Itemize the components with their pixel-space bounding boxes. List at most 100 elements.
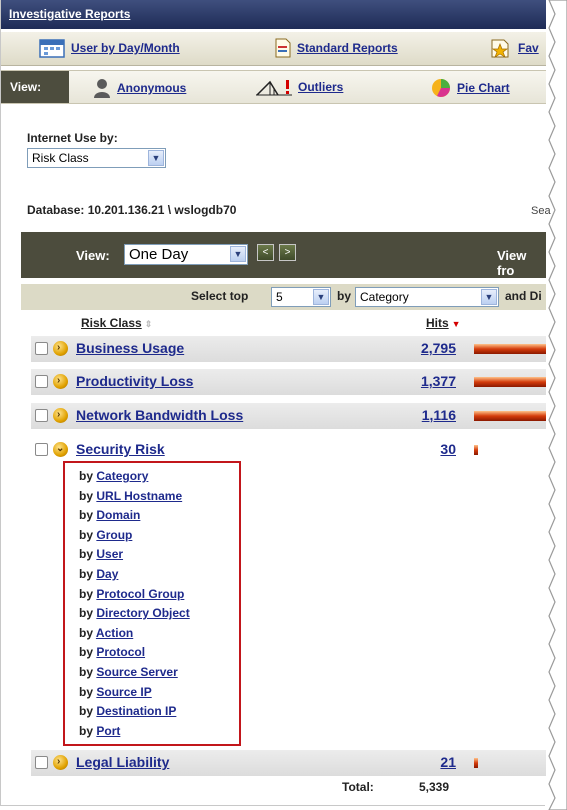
expand-coin-icon[interactable]: › <box>53 374 68 389</box>
row-hits-link[interactable]: 30 <box>440 441 456 457</box>
drilldown-item[interactable]: by Protocol Group <box>79 587 184 601</box>
view-option-label: Anonymous <box>117 81 187 95</box>
drilldown-link[interactable]: Destination IP <box>96 704 176 718</box>
top-count-select[interactable]: 5 ▼ <box>271 287 331 307</box>
drilldown-link[interactable]: Source IP <box>96 685 151 699</box>
view-option-label: Pie Chart <box>457 81 510 95</box>
row-hits-link[interactable]: 1,116 <box>422 407 456 423</box>
select-top-bar: Select top 5 ▼ by Category ▼ and Di <box>21 284 546 310</box>
select-top-label: Select top <box>191 289 249 303</box>
drilldown-link[interactable]: Group <box>96 528 132 542</box>
table-row-expanded: ⌄ Security Risk 30 <box>31 437 546 463</box>
row-hits-link[interactable]: 21 <box>440 754 456 770</box>
drilldown-link[interactable]: Protocol Group <box>96 587 184 601</box>
drilldown-prefix: by <box>79 625 94 640</box>
hits-bar <box>474 411 546 421</box>
drilldown-item[interactable]: by User <box>79 547 123 561</box>
row-risk-class-link[interactable]: Security Risk <box>76 441 165 457</box>
drilldown-item[interactable]: by Domain <box>79 508 140 522</box>
row-checkbox[interactable] <box>35 342 48 355</box>
drilldown-item[interactable]: by Port <box>79 724 120 738</box>
view-options-bar: View: Anonymous Outliers Pie Chart <box>1 70 546 104</box>
select-value: 5 <box>276 290 283 304</box>
total-label: Total: <box>342 780 374 794</box>
outliers-chart-icon <box>256 80 292 96</box>
collapse-coin-icon[interactable]: ⌄ <box>53 442 68 457</box>
expand-coin-icon[interactable]: › <box>53 755 68 770</box>
row-checkbox[interactable] <box>35 409 48 422</box>
row-risk-class-link[interactable]: Business Usage <box>76 340 184 356</box>
internet-use-label: Internet Use by: <box>27 131 118 145</box>
view-pie-chart[interactable]: Pie Chart <box>431 78 510 98</box>
row-risk-class-link[interactable]: Productivity Loss <box>76 373 193 389</box>
view-label: View: <box>1 71 69 103</box>
select-value: Risk Class <box>32 151 89 165</box>
database-info: Database: 10.201.136.21 \ wslogdb70 <box>27 203 237 217</box>
row-hits-link[interactable]: 1,377 <box>421 373 456 389</box>
drilldown-item[interactable]: by Source IP <box>79 685 152 699</box>
drilldown-item[interactable]: by Destination IP <box>79 704 176 718</box>
row-hits-link[interactable]: 2,795 <box>421 340 456 356</box>
drilldown-prefix: by <box>79 645 94 660</box>
drilldown-link[interactable]: Category <box>96 469 148 483</box>
expand-coin-icon[interactable]: › <box>53 341 68 356</box>
drilldown-item[interactable]: by Category <box>79 469 148 483</box>
period-select[interactable]: One Day ▼ <box>124 244 248 265</box>
torn-edge <box>548 0 567 810</box>
drilldown-item[interactable]: by Action <box>79 626 133 640</box>
drilldown-link[interactable]: Port <box>96 724 120 738</box>
column-label: Risk Class <box>81 316 142 330</box>
row-risk-class-link[interactable]: Legal Liability <box>76 754 169 770</box>
user-silhouette-icon <box>94 79 110 98</box>
tab-favorites[interactable]: Fav <box>490 38 539 58</box>
drilldown-item[interactable]: by Day <box>79 567 118 581</box>
report-tabs-bar: User by Day/Month Standard Reports Fav <box>1 32 546 66</box>
panel-title[interactable]: Investigative Reports <box>1 0 546 29</box>
drilldown-link[interactable]: User <box>96 547 123 561</box>
expand-coin-icon[interactable]: › <box>53 408 68 423</box>
drilldown-item[interactable]: by URL Hostname <box>79 489 182 503</box>
period-toolbar: View: One Day ▼ < > View fro <box>21 232 546 278</box>
drilldown-link[interactable]: Action <box>96 626 133 640</box>
total-value: 5,339 <box>419 780 450 794</box>
drilldown-link[interactable]: Domain <box>96 508 140 522</box>
tab-label: Standard Reports <box>297 41 398 55</box>
drilldown-prefix: by <box>79 586 94 601</box>
drilldown-item[interactable]: by Source Server <box>79 665 178 679</box>
row-checkbox[interactable] <box>35 443 48 456</box>
table-row: › Business Usage 2,795 <box>31 336 546 362</box>
row-risk-class-link[interactable]: Network Bandwidth Loss <box>76 407 243 423</box>
calendar-icon <box>39 39 65 58</box>
drilldown-item[interactable]: by Group <box>79 528 132 542</box>
drilldown-link[interactable]: Protocol <box>96 645 145 659</box>
prev-arrow-icon: < <box>262 247 269 258</box>
column-header-risk-class[interactable]: Risk Class ⇕ <box>81 316 152 330</box>
next-period-button[interactable]: > <box>279 244 296 261</box>
hits-bar <box>474 377 546 387</box>
view-option-label: Outliers <box>298 80 344 94</box>
drilldown-link[interactable]: Directory Object <box>96 606 189 620</box>
drilldown-item[interactable]: by Protocol <box>79 645 145 659</box>
drilldown-link[interactable]: URL Hostname <box>96 489 182 503</box>
view-outliers[interactable]: Outliers <box>256 78 343 96</box>
drilldown-menu: by Category by URL Hostname by Domain by Gr… <box>63 461 241 746</box>
drilldown-prefix: by <box>79 488 94 503</box>
chevron-down-icon: ▼ <box>481 289 497 305</box>
tab-user-by-day-month[interactable]: User by Day/Month <box>39 38 180 58</box>
drilldown-prefix: by <box>79 527 94 542</box>
column-header-hits[interactable]: Hits ▼ <box>426 316 461 330</box>
select-value: Category <box>360 290 409 304</box>
tab-standard-reports[interactable]: Standard Reports <box>275 38 398 58</box>
report-panel: Investigative Reports User by Day/Month … <box>0 0 551 806</box>
prev-period-button[interactable]: < <box>257 244 274 261</box>
hits-bar <box>474 445 478 455</box>
by-category-select[interactable]: Category ▼ <box>355 287 499 307</box>
internet-use-select[interactable]: Risk Class ▼ <box>27 148 166 168</box>
row-checkbox[interactable] <box>35 756 48 769</box>
view-anonymous[interactable]: Anonymous <box>93 78 186 98</box>
drilldown-link[interactable]: Source Server <box>96 665 177 679</box>
drilldown-prefix: by <box>79 508 94 523</box>
drilldown-link[interactable]: Day <box>96 567 118 581</box>
drilldown-item[interactable]: by Directory Object <box>79 606 190 620</box>
row-checkbox[interactable] <box>35 375 48 388</box>
